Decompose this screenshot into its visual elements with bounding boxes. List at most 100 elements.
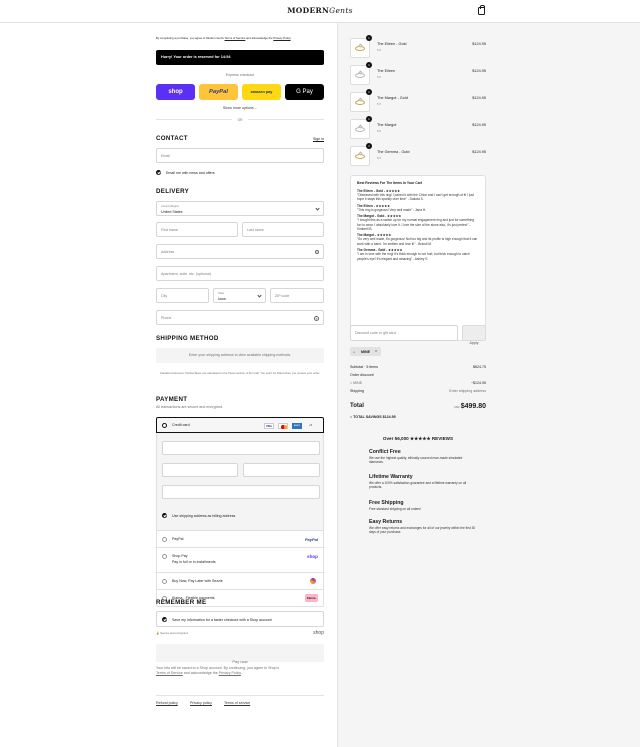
shipping-methods-placeholder: Enter your shipping address to view avai… <box>156 348 324 363</box>
news-optin-checkbox[interactable] <box>156 170 161 175</box>
help-icon[interactable]: ? <box>314 315 319 321</box>
subtotal-row: Subtotal · 5 items $624.75 <box>350 365 486 369</box>
amazon-pay-button[interactable]: amazon pay <box>242 84 281 100</box>
sign-in-link[interactable]: Sign in <box>313 137 324 141</box>
or-divider: OR <box>232 117 248 122</box>
google-pay-button[interactable]: G Pay <box>285 84 324 100</box>
review-text: "I bought this as a switch up for my nor… <box>357 218 475 232</box>
mastercard-icon <box>278 423 288 429</box>
cart-item: 1 The Gemma - Gold 5.5 $124.95 <box>350 143 486 169</box>
product-image <box>350 119 370 139</box>
delivery-heading: DELIVERY <box>156 188 190 195</box>
pay-now-button[interactable]: Pay now <box>156 644 324 664</box>
save-info-checkbox[interactable] <box>162 617 167 622</box>
order-summary: 1 The Eileen - Gold 5.5 $124.95 1 The Ei… <box>337 23 640 747</box>
sezzle-radio[interactable] <box>162 578 167 584</box>
order-discount-row: Order discount <box>350 373 374 377</box>
name-on-card-field[interactable] <box>162 485 320 499</box>
divider <box>156 695 324 696</box>
card-number-field[interactable] <box>162 441 320 455</box>
refund-policy-link[interactable]: Refund policy <box>156 701 178 705</box>
paypal-option[interactable]: PayPal PayPal <box>156 530 324 547</box>
credit-card-radio[interactable] <box>162 422 167 428</box>
shipping-note: Canada Customers: Duties/Taxes are calcu… <box>159 371 321 375</box>
review-text: "I am in love with the ring! It's thick … <box>357 252 470 261</box>
discount-code-row: ⌂ MINE −$124.95 <box>350 381 486 385</box>
phone-field[interactable]: Phone ? <box>156 310 324 325</box>
paypal-button[interactable]: PayPal <box>199 84 238 100</box>
remove-discount-icon[interactable]: × <box>375 349 377 353</box>
terms-of-service-link[interactable]: Terms of service <box>224 701 250 705</box>
apply-button[interactable]: Apply <box>462 325 486 345</box>
shop-pay-button[interactable]: shop <box>156 84 195 100</box>
quantity-badge: 1 <box>366 143 372 149</box>
country-select[interactable]: Country/Region United States <box>156 201 324 216</box>
last-name-field[interactable]: Last name <box>242 222 324 237</box>
product-image <box>350 65 370 85</box>
discount-code-field[interactable]: Discount code or gift card <box>350 325 458 341</box>
shop-logo: shop <box>307 553 318 559</box>
shop-pay-option[interactable]: Shop Pay Pay in full or in installments … <box>156 547 324 572</box>
chevron-down-icon <box>257 293 262 298</box>
chevron-down-icon <box>315 206 320 211</box>
total-savings-row: ⌂ TOTAL SAVINGS $124.95 <box>350 415 396 419</box>
total-row: Total USD $499.80 <box>350 403 486 410</box>
credit-card-option[interactable]: Credit card VISA AMEX +5 <box>156 417 324 433</box>
trust-feature: Free Shipping Free standard shipping on … <box>369 500 421 511</box>
privacy-link[interactable]: Privacy Policy <box>273 36 290 40</box>
chevron-down-icon: ⌄ <box>254 106 258 110</box>
brand-logo[interactable]: MODERNGents <box>0 6 640 15</box>
review-text: "So very well made, it's gorgeous! Not t… <box>357 237 478 246</box>
payment-heading: PAYMENT <box>156 396 188 403</box>
reservation-banner: Hurry! Your order is reserved for 14:54 <box>156 50 324 65</box>
expiration-field[interactable] <box>162 463 238 477</box>
card-details-panel: Use shipping address as billing address <box>156 433 324 530</box>
shop-pay-radio[interactable] <box>162 554 167 559</box>
first-name-field[interactable]: First name <box>156 222 238 237</box>
show-more-options[interactable]: Show more options ⌄ <box>156 106 324 110</box>
reviews-count-heading: Over 56,000 ★★★★★ REVIEWS <box>382 436 454 441</box>
remember-me-box[interactable]: Save my information for a faster checkou… <box>156 611 324 627</box>
tag-icon: ⌂ <box>353 349 356 354</box>
search-icon <box>315 249 319 254</box>
city-field[interactable]: City <box>156 288 209 303</box>
zip-field[interactable]: ZIP code <box>270 288 324 303</box>
shipping-heading: SHIPPING METHOD <box>156 335 219 342</box>
paypal-radio[interactable] <box>162 536 167 542</box>
email-field[interactable]: Email <box>156 148 324 163</box>
shopping-bag-icon[interactable] <box>478 5 485 15</box>
quantity-badge: 1 <box>366 62 372 68</box>
shop-privacy-link[interactable]: Privacy Policy <box>219 671 241 675</box>
sezzle-option[interactable]: Buy Now, Pay Later with Sezzle <box>156 572 324 589</box>
state-select[interactable]: State Iowa <box>213 288 266 303</box>
trust-feature: Easy Returns We offer easy returns and e… <box>369 519 476 535</box>
amex-icon: AMEX <box>292 423 302 429</box>
billing-same-checkbox[interactable] <box>162 513 167 518</box>
contact-heading: CONTACT <box>156 135 188 142</box>
product-image <box>350 38 370 58</box>
shop-terms-link[interactable]: Terms of Service <box>156 671 183 675</box>
quantity-badge: 1 <box>366 116 372 122</box>
security-code-field[interactable] <box>243 463 320 477</box>
billing-same-label: Use shipping address as billing address <box>172 513 236 518</box>
terms-notice: By completing a purchase, you agree to M… <box>156 36 292 40</box>
shipping-row: Shipping Enter shipping address <box>350 389 486 393</box>
trust-feature: Lifetime Warranty We offer a 100% satisf… <box>369 474 467 490</box>
review-text: "Obsessed with this ring! I paired it wi… <box>357 193 474 202</box>
express-checkout-label: Express checkout <box>225 73 255 77</box>
cart-item: 1 The Margot - Gold 5.5 $124.95 <box>350 89 486 115</box>
reviews-title: Best Reviews For The Items In Your Cart <box>357 181 423 185</box>
terms-link[interactable]: Terms of Service <box>225 36 246 40</box>
privacy-policy-link[interactable]: Privacy policy <box>190 701 212 705</box>
news-optin-label: Email me with news and offers <box>166 170 215 175</box>
shop-terms: Your info will be saved to a Shop accoun… <box>156 666 280 675</box>
checkout-form: By completing a purchase, you agree to M… <box>156 23 324 747</box>
lock-icon: 🔒 <box>156 631 160 635</box>
cart-item: 1 The Eileen - Gold 5.5 $124.95 <box>350 35 486 61</box>
secure-note: 🔒 Secure and encrypted <box>156 631 188 635</box>
applied-discount-tag: ⌂ MINE × <box>350 347 381 356</box>
klarna-logo: Klarna. <box>305 594 318 602</box>
apartment-field[interactable]: Apartment, suite, etc. (optional) <box>156 266 324 281</box>
quantity-badge: 1 <box>366 89 372 95</box>
address-field[interactable]: Address <box>156 244 324 259</box>
